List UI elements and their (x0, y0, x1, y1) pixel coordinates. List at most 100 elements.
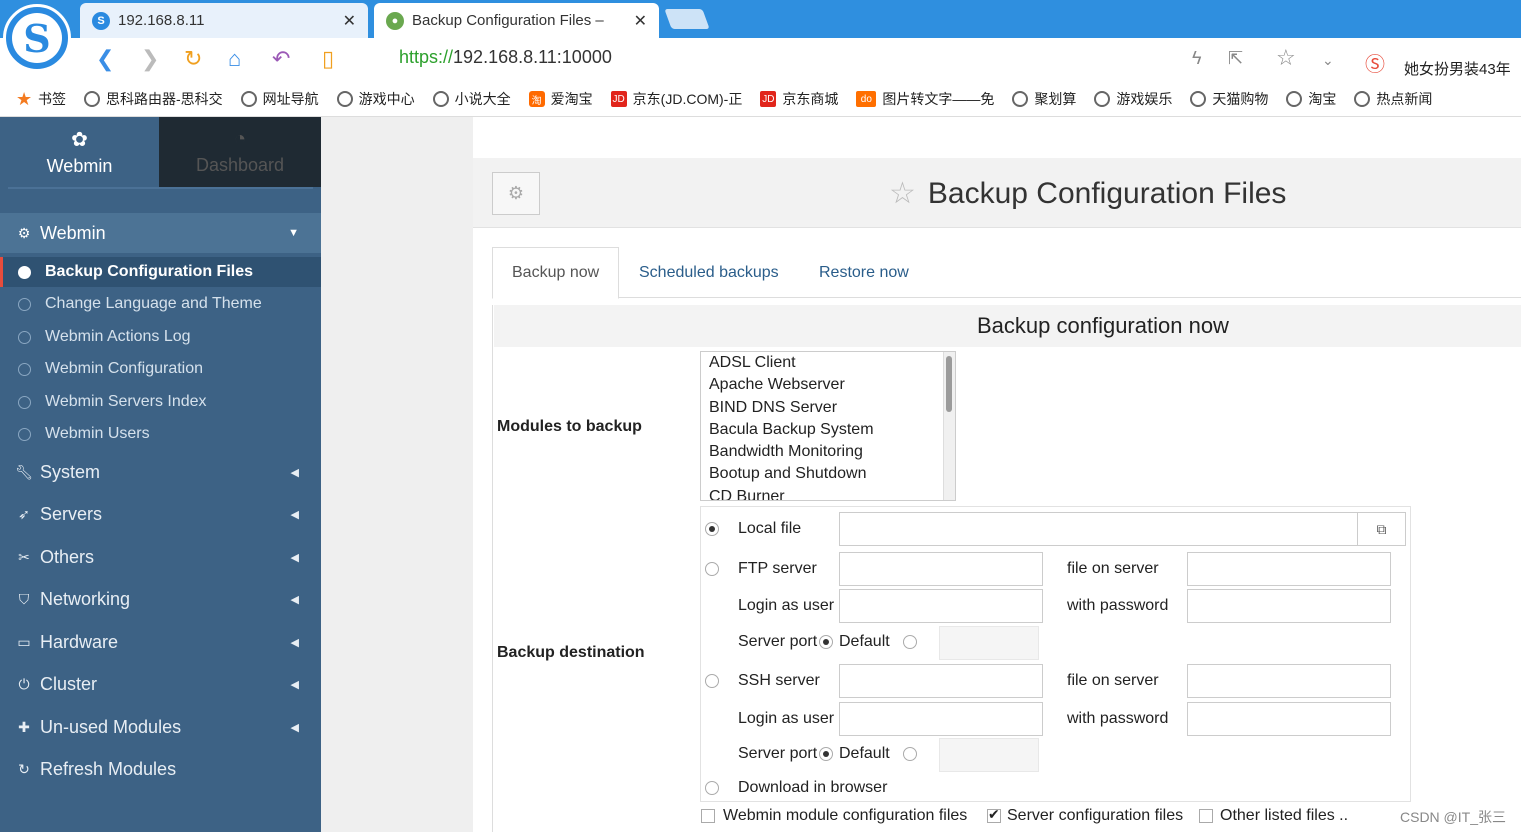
bookmark-item[interactable]: JD 京东(JD.COM)-正 (610, 89, 742, 109)
ssh-login-input[interactable] (839, 702, 1043, 736)
sidebar-item-webmin-configuration[interactable]: Webmin Configuration (0, 354, 321, 384)
sidebar-category-refresh-modules[interactable]: ↻ Refresh Modules (0, 749, 321, 789)
section-title: Backup configuration now (494, 305, 1521, 347)
caret-left-icon: ◀ (290, 551, 299, 564)
ftp-password-input[interactable] (1187, 589, 1391, 623)
circle-icon (18, 265, 31, 279)
news-ticker[interactable]: 她女扮男装43年 (1404, 58, 1511, 79)
local-file-radio[interactable] (705, 522, 719, 536)
tab-restore-now[interactable]: Restore now (800, 247, 928, 298)
bookmark-item[interactable]: 淘爱淘宝 (528, 89, 593, 109)
share-icon[interactable]: ⇱ (1228, 48, 1243, 69)
sidebar-category-webmin[interactable]: ⚙ Webmin ▼ (0, 213, 321, 253)
close-icon[interactable]: ✕ (343, 11, 356, 31)
ssh-password-input[interactable] (1187, 702, 1391, 736)
lightning-icon[interactable]: ϟ (1192, 48, 1202, 69)
bookmark-item[interactable]: 聚划算 (1012, 89, 1076, 109)
bookmark-item[interactable]: 天猫购物 (1190, 89, 1268, 109)
browser-tab-bar: S 192.168.8.11 ✕ ● Backup Configuration … (0, 0, 1521, 38)
ssh-server-input[interactable] (839, 664, 1043, 698)
sidebar-item-change-language-and-theme[interactable]: Change Language and Theme (0, 289, 321, 319)
local-file-input[interactable] (839, 512, 1358, 546)
wrench-icon: 🔧︎ (15, 463, 33, 480)
bookmark-item[interactable]: 游戏中心 (336, 89, 415, 109)
chevron-down-icon[interactable]: ⌄ (1322, 52, 1334, 69)
list-item[interactable]: Bacula Backup System (701, 419, 955, 441)
sidebar-category-cluster[interactable]: ⏻ Cluster ◀ (0, 664, 321, 704)
sidebar-item-backup-configuration-files[interactable]: Backup Configuration Files (0, 257, 321, 287)
tab-backup-now[interactable]: Backup now (492, 247, 620, 299)
bookmark-item[interactable]: 思科路由器-思科交 (84, 89, 223, 109)
bookmark-item[interactable]: do 图片转文字——免 (856, 89, 994, 109)
sidebar-category-system[interactable]: 🔧︎ System ◀ (0, 452, 321, 492)
bookmark-item[interactable]: 游戏娱乐 (1094, 89, 1172, 109)
url-field[interactable]: https://192.168.8.11:10000 (399, 47, 612, 68)
reader-icon[interactable]: ▯ (322, 46, 334, 72)
ssh-port-default-radio[interactable] (819, 747, 833, 761)
tab-title: 192.168.8.11 (118, 12, 205, 29)
list-item[interactable]: Bootup and Shutdown (701, 463, 955, 485)
browser-logo-icon[interactable]: S (3, 4, 71, 72)
ftp-file-input[interactable] (1187, 552, 1391, 586)
ftp-server-label: FTP server (738, 560, 817, 577)
list-item[interactable]: Bandwidth Monitoring (701, 441, 955, 463)
bookmark-item[interactable]: 网址导航 (240, 89, 319, 109)
ssh-port-input[interactable] (939, 738, 1039, 772)
modules-select-list[interactable]: ADSL Client Apache Webserver BIND DNS Se… (700, 351, 956, 501)
ssh-port-custom-radio[interactable] (903, 747, 917, 761)
globe-icon (1094, 91, 1111, 107)
forward-icon[interactable]: ❯ (141, 46, 159, 72)
list-item[interactable]: ADSL Client (701, 352, 955, 374)
list-item[interactable]: CD Burner (701, 486, 955, 500)
favorite-star-icon[interactable]: ☆ (1276, 45, 1296, 71)
ftp-server-radio[interactable] (705, 562, 719, 576)
include-webmin-checkbox[interactable] (701, 809, 715, 823)
home-icon[interactable]: ⌂ (228, 46, 241, 72)
scrollbar[interactable] (943, 352, 955, 500)
tab-dashboard[interactable]: ◔ Dashboard (159, 117, 321, 187)
sidebar-item-webmin-actions-log[interactable]: Webmin Actions Log (0, 322, 321, 352)
browser-tab-backup[interactable]: ● Backup Configuration Files – ✕ (374, 3, 659, 38)
sidebar-item-webmin-users[interactable]: Webmin Users (0, 419, 321, 449)
file-chooser-button[interactable]: ⧉ (1358, 512, 1406, 546)
back-icon[interactable]: ❮ (96, 46, 114, 72)
browser-tab-ip[interactable]: S 192.168.8.11 ✕ (80, 3, 368, 38)
tab-webmin[interactable]: ✿ Webmin (0, 117, 159, 187)
ftp-login-input[interactable] (839, 589, 1043, 623)
ftp-port-input[interactable] (939, 626, 1039, 660)
include-server-checkbox[interactable] (987, 806, 1001, 823)
bookmark-item[interactable]: 小说大全 (432, 89, 511, 109)
sidebar-item-webmin-servers-index[interactable]: Webmin Servers Index (0, 387, 321, 417)
ftp-port-custom-radio[interactable] (903, 635, 917, 649)
list-item[interactable]: BIND DNS Server (701, 397, 955, 419)
favorite-star-icon[interactable]: ☆ (889, 176, 916, 211)
ssh-server-radio[interactable] (705, 674, 719, 688)
circle-icon (18, 427, 31, 441)
module-config-button[interactable]: ⚙ (492, 172, 540, 215)
ssh-file-input[interactable] (1187, 664, 1391, 698)
list-item[interactable]: Apache Webserver (701, 374, 955, 396)
bookmark-item[interactable]: 淘宝 (1286, 89, 1336, 109)
scrollbar-thumb[interactable] (946, 356, 952, 412)
sidebar-category-unused-modules[interactable]: ✚ Un-used Modules ◀ (0, 707, 321, 747)
sidebar-category-networking[interactable]: ⛉ Networking ◀ (0, 579, 321, 619)
bookmark-item[interactable]: JD 京东商城 (760, 89, 838, 109)
download-radio[interactable] (705, 781, 719, 795)
sidebar-category-others[interactable]: ✂ Others ◀ (0, 537, 321, 577)
new-tab-button[interactable] (664, 9, 710, 29)
content-tabs: Backup now Scheduled backups Restore now (492, 247, 1521, 299)
reload-icon[interactable]: ↻ (184, 46, 202, 72)
sidebar-category-hardware[interactable]: ▭ Hardware ◀ (0, 622, 321, 662)
local-file-label: Local file (738, 520, 802, 537)
close-icon[interactable]: ✕ (634, 11, 647, 31)
sogou-input-icon[interactable]: Ⓢ (1365, 48, 1385, 77)
bookmark-item[interactable]: 热点新闻 (1354, 89, 1432, 109)
sidebar: ✿ Webmin ◔ Dashboard ⚙ Webmin ▼ Backup C… (0, 117, 321, 832)
sidebar-category-servers[interactable]: ➶ Servers ◀ (0, 494, 321, 534)
ftp-port-default-radio[interactable] (819, 635, 833, 649)
ftp-server-input[interactable] (839, 552, 1043, 586)
bookmark-item[interactable]: ★ 书签 (16, 89, 66, 109)
tab-scheduled-backups[interactable]: Scheduled backups (620, 247, 798, 298)
undo-icon[interactable]: ↶ (272, 46, 290, 72)
include-other-checkbox[interactable] (1199, 809, 1213, 823)
